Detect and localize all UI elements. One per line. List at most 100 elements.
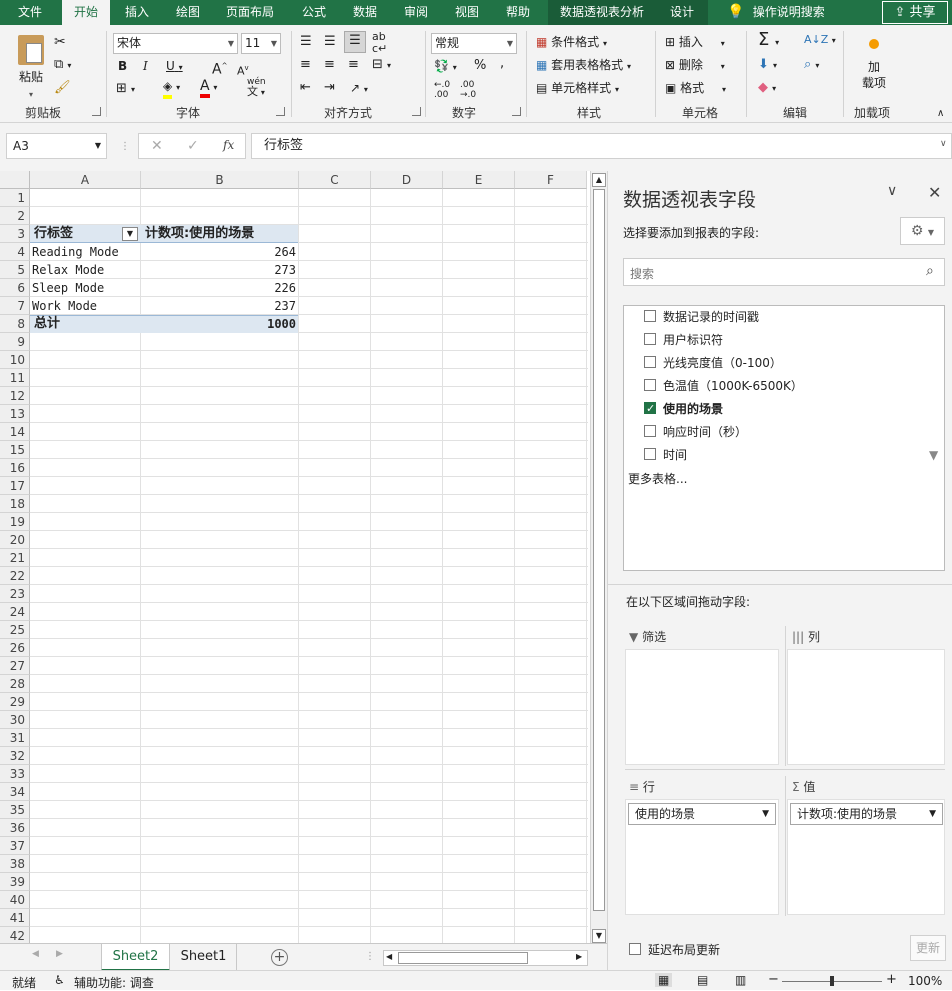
add-sheet-icon[interactable]: + [271,949,288,966]
insert-cells-button[interactable]: ⊞ 插入 ▾ [665,33,725,53]
pivot-row-label[interactable]: Work Mode [32,297,97,315]
column-header[interactable]: B [141,171,299,189]
underline-button[interactable]: U ▾ [166,57,183,77]
pivot-row-value[interactable]: 273 [141,261,296,279]
row-header[interactable]: 25 [0,621,30,639]
tell-me-search[interactable]: 💡 操作说明搜索 [718,0,834,25]
row-header[interactable]: 9 [0,333,30,351]
column-header[interactable]: E [443,171,515,189]
align-left-icon[interactable]: ≡ [300,56,311,74]
page-layout-view-icon[interactable]: ▤ [697,973,708,987]
checkbox[interactable] [644,310,656,322]
values-field-pill[interactable]: 计数项:使用的场景 ▼ [790,803,943,825]
row-header[interactable]: 6 [0,279,30,297]
pivot-row-value[interactable]: 264 [141,243,296,261]
percent-icon[interactable]: % [474,57,486,75]
scroll-thumb[interactable] [398,952,528,964]
sheet-tab-sheet1[interactable]: Sheet1 [171,944,237,971]
row-header[interactable]: 38 [0,855,30,873]
font-color-button[interactable]: A ▾ [200,77,217,98]
copy-icon[interactable]: ⧉ ▾ [54,56,71,75]
expand-formula-icon[interactable]: ∨ [940,139,947,149]
row-header[interactable]: 14 [0,423,30,441]
row-header[interactable]: 1 [0,189,30,207]
format-painter-icon[interactable]: 🖌 [54,79,71,97]
align-bottom-icon[interactable]: ☰ [344,31,366,53]
row-header[interactable]: 30 [0,711,30,729]
row-header[interactable]: 27 [0,657,30,675]
chevron-down-icon[interactable]: ∨ [887,183,897,199]
field-search-input[interactable]: 搜索 ⌕ [623,258,945,286]
fill-color-button[interactable]: ◈ ▾ [163,77,180,99]
row-header[interactable]: 10 [0,351,30,369]
row-header[interactable]: 2 [0,207,30,225]
rows-drop-area[interactable]: 使用的场景 ▼ [625,799,779,915]
row-header[interactable]: 29 [0,693,30,711]
pivot-total-label[interactable]: 总计 [34,315,60,333]
row-header[interactable]: 17 [0,477,30,495]
row-header[interactable]: 19 [0,513,30,531]
page-break-view-icon[interactable]: ▥ [735,973,746,987]
column-header[interactable]: A [30,171,141,189]
scroll-down-icon[interactable]: ▼ [592,929,606,943]
tab-draw[interactable]: 绘图 [166,0,210,25]
formula-input[interactable]: 行标签 [251,133,952,159]
alignment-launcher-icon[interactable] [412,107,421,116]
clipboard-launcher-icon[interactable] [92,107,101,116]
field-item[interactable]: ✓ 使用的场景 [644,399,723,419]
scroll-up-icon[interactable]: ▲ [592,173,606,187]
tab-formulas[interactable]: 公式 [292,0,336,25]
align-center-icon[interactable]: ≡ [324,56,335,74]
accessibility-status[interactable]: 辅助功能: 调查 [74,974,154,991]
filter-drop-area[interactable] [625,649,779,765]
row-header[interactable]: 37 [0,837,30,855]
fill-icon[interactable]: ⬇ ▾ [758,56,777,75]
row-header[interactable]: 4 [0,243,30,261]
pivot-row-label[interactable]: Sleep Mode [32,279,104,297]
row-header[interactable]: 40 [0,891,30,909]
align-right-icon[interactable]: ≡ [348,56,359,74]
wrap-text-icon[interactable]: ab c↵ [372,31,387,55]
pivot-row-label-header[interactable]: 行标签 [34,225,73,243]
pivot-row-value[interactable]: 226 [141,279,296,297]
font-name-select[interactable]: 宋体 ▼ [113,33,238,54]
close-icon[interactable]: ✕ [928,183,941,202]
row-header[interactable]: 12 [0,387,30,405]
clear-icon[interactable]: ◆ ▾ [758,79,776,98]
column-header[interactable]: C [299,171,371,189]
row-header[interactable]: 42 [0,927,30,943]
row-header[interactable]: 41 [0,909,30,927]
row-header[interactable]: 22 [0,567,30,585]
field-item[interactable]: 时间 [644,445,687,465]
tab-design[interactable]: 设计 [656,0,708,25]
row-header[interactable]: 15 [0,441,30,459]
checkbox[interactable] [644,356,656,368]
column-header[interactable]: D [371,171,443,189]
row-header[interactable]: 26 [0,639,30,657]
collapse-ribbon-icon[interactable]: ∧ [937,105,944,123]
row-header[interactable]: 31 [0,729,30,747]
tab-data[interactable]: 数据 [343,0,387,25]
row-header[interactable]: 39 [0,873,30,891]
decrease-decimal-icon[interactable]: .00 →.0 [460,80,476,100]
paste-button[interactable]: 粘贴 ▾ [14,35,48,99]
next-sheet-icon[interactable]: ▶ [56,949,63,959]
row-header[interactable]: 8 [0,315,30,333]
row-header[interactable]: 34 [0,783,30,801]
delete-cells-button[interactable]: ⊠ 删除 ▾ [665,56,725,76]
row-header[interactable]: 18 [0,495,30,513]
checkbox[interactable] [644,333,656,345]
row-header[interactable]: 16 [0,459,30,477]
format-as-table-button[interactable]: ▦ 套用表格格式 ▾ [536,56,631,76]
sheet-tab-sheet2[interactable]: Sheet2 [101,944,170,971]
orientation-icon[interactable]: ↗ ▾ [350,79,368,99]
phonetic-button[interactable]: wén 文 ▾ [247,77,266,98]
align-middle-icon[interactable]: ☰ [324,33,336,51]
format-cells-button[interactable]: ▣ 格式 ▾ [665,79,726,99]
scroll-left-icon[interactable]: ◀ [386,952,392,961]
checkbox[interactable] [644,448,656,460]
row-header[interactable]: 5 [0,261,30,279]
checkbox[interactable] [629,943,641,955]
row-header[interactable]: 33 [0,765,30,783]
number-format-select[interactable]: 常规 ▼ [431,33,517,54]
